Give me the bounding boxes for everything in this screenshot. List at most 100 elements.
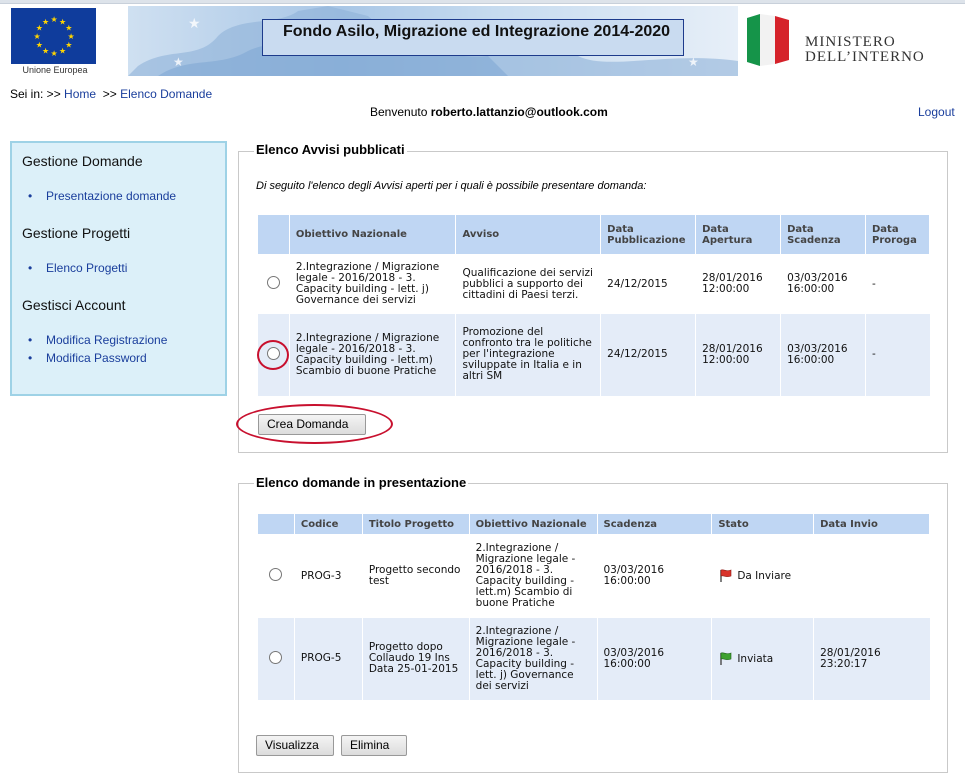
eu-star-icon: ★ <box>42 17 49 26</box>
avvisi-table: Obiettivo Nazionale Avviso Data Pubblica… <box>257 214 930 396</box>
row-select-radio[interactable] <box>269 650 283 664</box>
select-column-header <box>257 214 290 255</box>
cell-data-invio: 28/01/2016 23:20:17 <box>813 617 930 700</box>
sidebar-section-gestisci-account: Gestisci Account <box>22 297 126 313</box>
eu-flag-logo: ★ ★ ★ ★ ★ ★ ★ ★ ★ ★ ★ ★ <box>11 8 96 64</box>
breadcrumb-separator: >> <box>102 87 117 101</box>
banner-title: Fondo Asilo, Migrazione ed Integrazione … <box>262 19 684 56</box>
green-flag-icon <box>720 651 732 665</box>
table-row[interactable]: 2.Integrazione / Migrazione legale - 201… <box>257 254 930 314</box>
cell-proroga: - <box>865 313 930 396</box>
cell-pubblicazione: 24/12/2015 <box>600 254 696 314</box>
column-header[interactable]: Data Pubblicazione <box>600 214 697 255</box>
breadcrumb-home-link[interactable]: Home <box>64 87 96 101</box>
welcome-user: roberto.lattanzio@outlook.com <box>430 105 608 119</box>
cell-codice: PROG-5 <box>293 617 363 700</box>
sidebar-item-label: Modifica Password <box>46 351 147 365</box>
visualizza-button[interactable]: Visualizza <box>256 735 334 756</box>
avvisi-legend: Elenco Avvisi pubblicati <box>254 142 407 157</box>
cell-stato: Inviata <box>711 617 814 700</box>
eu-star-icon: ★ <box>65 41 72 50</box>
sidebar-item-label: Elenco Progetti <box>46 261 128 275</box>
svg-text:★: ★ <box>688 55 699 69</box>
sidebar-item-label: Modifica Registrazione <box>46 333 168 347</box>
bullet-icon: • <box>28 333 33 347</box>
column-header[interactable]: Stato <box>711 513 815 535</box>
cell-apertura: 28/01/2016 12:00:00 <box>695 254 781 314</box>
select-column-header <box>257 513 295 535</box>
column-header[interactable]: Data Apertura <box>695 214 782 255</box>
ministry-name: MINISTERO DELL’INTERNO <box>805 35 925 65</box>
breadcrumb: Sei in: >> Home >> Elenco Domande <box>10 87 212 101</box>
column-header[interactable]: Data Proroga <box>865 214 930 255</box>
stato-label: Inviata <box>737 652 774 665</box>
cell-obiettivo: 2.Integrazione / Migrazione legale - 201… <box>468 617 597 700</box>
sidebar-section-gestione-progetti: Gestione Progetti <box>22 225 131 241</box>
column-header[interactable]: Obiettivo Nazionale <box>288 214 457 255</box>
sidebar-item-modifica-registrazione[interactable]: • Modifica Registrazione <box>28 333 167 347</box>
breadcrumb-current-link[interactable]: Elenco Domande <box>120 87 212 101</box>
highlight-ring <box>257 340 289 370</box>
svg-text:★: ★ <box>188 15 201 31</box>
cell-titolo: Progetto secondo test <box>361 534 470 618</box>
table-header-row: Obiettivo Nazionale Avviso Data Pubblica… <box>257 214 930 255</box>
cell-stato: Da Inviare <box>711 534 814 618</box>
eu-label: Unione Europea <box>22 65 88 75</box>
column-header[interactable]: Codice <box>293 513 363 535</box>
cell-scadenza: 03/03/2016 16:00:00 <box>596 617 712 700</box>
logout-link[interactable]: Logout <box>918 105 955 119</box>
cell-proroga: - <box>865 254 930 314</box>
cell-pubblicazione: 24/12/2015 <box>600 313 696 396</box>
ministry-line-1: MINISTERO <box>805 34 896 50</box>
column-header[interactable]: Scadenza <box>596 513 713 535</box>
eu-star-icon: ★ <box>51 49 58 58</box>
table-header-row: Codice Titolo Progetto Obiettivo Naziona… <box>257 513 930 535</box>
elimina-button[interactable]: Elimina <box>341 735 407 756</box>
table-row[interactable]: 2.Integrazione / Migrazione legale - 201… <box>257 313 930 396</box>
bullet-icon: • <box>28 351 33 365</box>
top-window-strip <box>0 0 965 4</box>
table-row[interactable]: PROG-3 Progetto secondo test 2.Integrazi… <box>257 534 930 618</box>
eu-star-icon: ★ <box>51 15 58 24</box>
breadcrumb-prefix: Sei in: >> <box>10 87 61 101</box>
bullet-icon: • <box>28 261 33 275</box>
cell-data-invio <box>813 534 930 618</box>
sidebar-item-modifica-password[interactable]: • Modifica Password <box>28 351 147 365</box>
column-header[interactable]: Data Invio <box>813 513 930 535</box>
eu-star-icon: ★ <box>42 47 49 56</box>
eu-star-icon: ★ <box>59 47 66 56</box>
cell-scadenza: 03/03/2016 16:00:00 <box>780 254 866 314</box>
eu-star-icon: ★ <box>36 41 43 50</box>
cell-codice: PROG-3 <box>293 534 363 618</box>
sidebar-section-gestione-domande: Gestione Domande <box>22 153 143 169</box>
avvisi-intro: Di seguito l'elenco degli Avvisi aperti … <box>256 180 647 192</box>
bullet-icon: • <box>28 189 33 203</box>
domande-table: Codice Titolo Progetto Obiettivo Naziona… <box>257 513 930 700</box>
sidebar-item-label: Presentazione domande <box>46 189 177 203</box>
row-select-radio[interactable] <box>266 276 280 290</box>
eu-star-icon: ★ <box>34 32 41 41</box>
cell-obiettivo: 2.Integrazione / Migrazione legale - 201… <box>288 313 456 396</box>
sidebar-item-presentazione-domande[interactable]: • Presentazione domande <box>28 189 176 203</box>
welcome-label: Benvenuto <box>370 105 428 119</box>
stato-label: Da Inviare <box>737 570 792 583</box>
cell-titolo: Progetto dopo Collaudo 19 Ins Data 25-01… <box>361 617 470 700</box>
cell-scadenza: 03/03/2016 16:00:00 <box>596 534 712 618</box>
column-header[interactable]: Titolo Progetto <box>361 513 470 535</box>
cell-obiettivo: 2.Integrazione / Migrazione legale - 201… <box>288 254 456 314</box>
italian-flag-logo <box>745 12 791 68</box>
red-flag-icon <box>720 569 732 583</box>
domande-legend: Elenco domande in presentazione <box>254 475 469 490</box>
sidebar-item-elenco-progetti[interactable]: • Elenco Progetti <box>28 261 127 275</box>
cell-obiettivo: 2.Integrazione / Migrazione legale - 201… <box>468 534 597 618</box>
column-header[interactable]: Obiettivo Nazionale <box>468 513 598 535</box>
cell-scadenza: 03/03/2016 16:00:00 <box>780 313 866 396</box>
table-row[interactable]: PROG-5 Progetto dopo Collaudo 19 Ins Dat… <box>257 617 930 700</box>
column-header[interactable]: Data Scadenza <box>780 214 866 255</box>
cell-apertura: 28/01/2016 12:00:00 <box>695 313 781 396</box>
sidebar: Gestione Domande • Presentazione domande … <box>10 141 227 396</box>
column-header[interactable]: Avviso <box>455 214 602 255</box>
cell-avviso: Promozione del confronto tra le politich… <box>455 313 601 396</box>
welcome-message: Benvenuto roberto.lattanzio@outlook.com <box>370 105 608 119</box>
row-select-radio[interactable] <box>269 568 283 582</box>
